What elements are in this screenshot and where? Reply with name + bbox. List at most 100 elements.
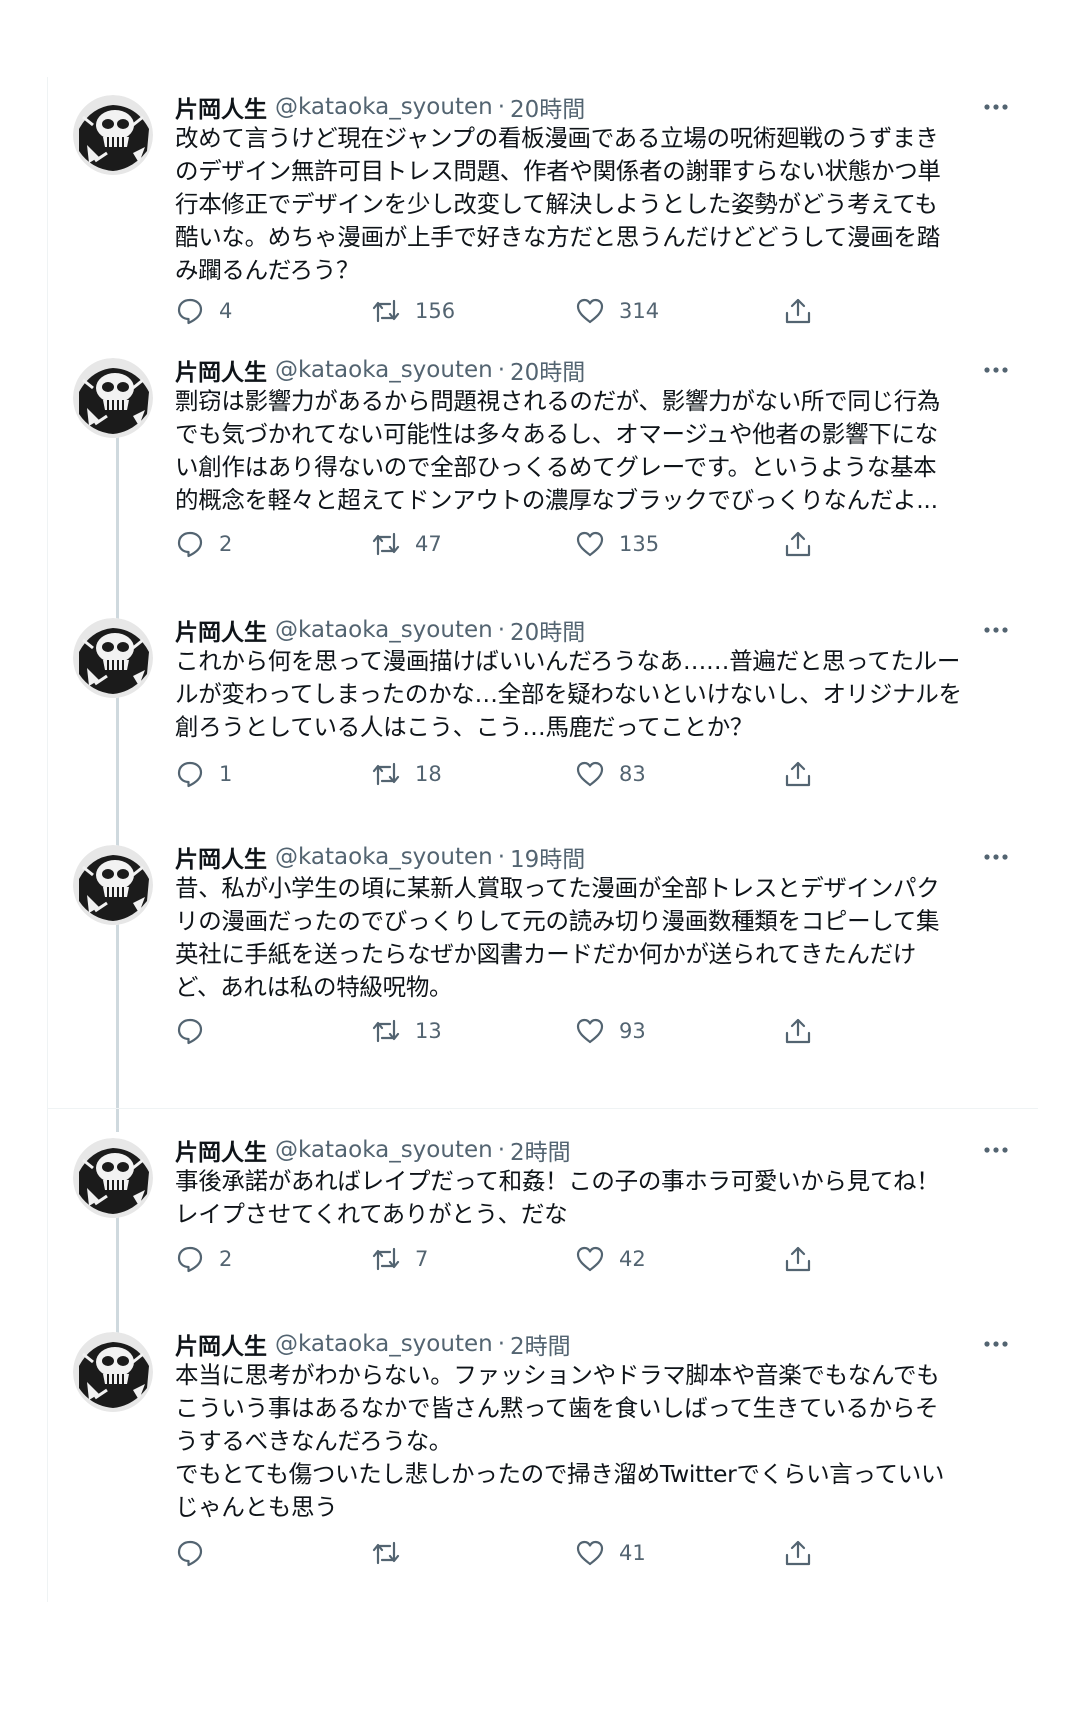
tweet-text: 昔、私が小学生の頃に某新人賞取ってた漫画が全部トレスとデザインパク リの漫画だっ… [175,874,940,1001]
share-button[interactable] [783,757,813,791]
heart-icon [576,1018,604,1044]
timestamp[interactable]: 20時間 [510,90,585,124]
timestamp[interactable]: 2時間 [510,1133,571,1167]
share-icon [785,1246,811,1272]
author-name[interactable]: 片岡人生 [175,840,267,874]
author-handle[interactable]: @kataoka_syouten [275,617,493,643]
avatar[interactable] [73,845,153,925]
like-count: 93 [619,1019,646,1043]
reply-button[interactable]: 4 [175,294,232,328]
reply-icon [177,761,203,788]
like-button[interactable]: 42 [575,1242,646,1276]
timeline: 片岡人生 @kataoka_syouten · 20時間 改めて言うけど現在ジャ… [47,77,1038,1602]
reply-button[interactable]: 1 [175,757,232,791]
timestamp[interactable]: 19時間 [510,840,585,874]
tweet-text: 改めて言うけど現在ジャンプの看板漫画である立場の呪術廻戦のうずまき のデザイン無… [175,124,941,284]
skull-avatar-icon [73,358,153,438]
reply-button[interactable]: 2 [175,527,232,561]
retweet-count: 18 [415,762,442,786]
share-button[interactable] [783,527,813,561]
separator: · [497,617,506,643]
more-horizontal-icon[interactable] [978,612,1014,648]
reply-icon [177,298,203,325]
tweet-header: 片岡人生 @kataoka_syouten · 19時間 [175,839,585,875]
tweet-header: 片岡人生 @kataoka_syouten · 2時間 [175,1326,571,1362]
share-button[interactable] [783,294,813,328]
tweet[interactable]: 片岡人生 @kataoka_syouten · 19時間 昔、私が小学生の頃に某… [48,839,1028,1069]
tweet-text: 事後承諾があればレイプだって和姦！この子の事ホラ可愛いから見てね！ レイプさせて… [175,1167,940,1228]
retweet-button[interactable]: 156 [371,294,455,328]
more-horizontal-icon[interactable] [978,89,1014,125]
like-count: 135 [619,532,660,556]
timestamp[interactable]: 20時間 [510,353,585,387]
timestamp[interactable]: 20時間 [510,613,585,647]
retweet-button[interactable]: 47 [371,527,442,561]
author-handle[interactable]: @kataoka_syouten [275,1137,493,1163]
share-icon [785,1018,811,1044]
separator: · [497,357,506,383]
tweet-header: 片岡人生 @kataoka_syouten · 2時間 [175,1132,571,1168]
tweet-actions: 2 47 135 [175,527,935,561]
like-button[interactable]: 93 [575,1014,646,1048]
retweet-count: 156 [415,299,456,323]
heart-icon [576,1246,604,1272]
retweet-count: 13 [415,1019,442,1043]
heart-icon [576,298,604,324]
like-button[interactable]: 83 [575,757,646,791]
author-handle[interactable]: @kataoka_syouten [275,844,493,870]
like-button[interactable]: 314 [575,294,659,328]
author-handle[interactable]: @kataoka_syouten [275,357,493,383]
like-count: 314 [619,299,660,323]
tweet[interactable]: 片岡人生 @kataoka_syouten · 2時間 本当に思考がわからない。… [48,1326,1028,1596]
avatar[interactable] [73,1332,153,1412]
author-name[interactable]: 片岡人生 [175,90,267,124]
retweet-button[interactable]: 13 [371,1014,442,1048]
retweet-icon [372,1247,400,1271]
retweet-button[interactable]: 18 [371,757,442,791]
more-horizontal-icon[interactable] [978,839,1014,875]
author-name[interactable]: 片岡人生 [175,353,267,387]
more-horizontal-icon[interactable] [978,352,1014,388]
avatar[interactable] [73,1138,153,1218]
retweet-button[interactable]: 7 [371,1242,428,1276]
more-horizontal-icon[interactable] [978,1132,1014,1168]
author-handle[interactable]: @kataoka_syouten [275,1331,493,1357]
more-horizontal-icon[interactable] [978,1326,1014,1362]
reply-count: 4 [219,299,233,323]
tweet-header: 片岡人生 @kataoka_syouten · 20時間 [175,612,585,648]
author-name[interactable]: 片岡人生 [175,1327,267,1361]
author-name[interactable]: 片岡人生 [175,613,267,647]
share-icon [785,298,811,324]
avatar[interactable] [73,358,153,438]
tweet-text: 本当に思考がわからない。ファッションやドラマ脚本や音楽でもなんでも こういう事は… [175,1361,945,1521]
timestamp[interactable]: 2時間 [510,1327,571,1361]
heart-icon [576,531,604,557]
tweet-actions: 2 7 42 [175,1242,935,1276]
tweet[interactable]: 片岡人生 @kataoka_syouten · 2時間 事後承諾があればレイプだ… [48,1132,1028,1292]
share-button[interactable] [783,1242,813,1276]
separator: · [497,1331,506,1357]
heart-icon [576,1540,604,1566]
author-name[interactable]: 片岡人生 [175,1133,267,1167]
author-handle[interactable]: @kataoka_syouten [275,94,493,120]
share-icon [785,531,811,557]
share-button[interactable] [783,1014,813,1048]
share-button[interactable] [783,1536,813,1570]
divider [48,1108,1038,1109]
reply-button[interactable] [175,1014,219,1048]
tweet[interactable]: 片岡人生 @kataoka_syouten · 20時間 剽窃は影響力があるから… [48,352,1028,582]
reply-button[interactable] [175,1536,219,1570]
avatar[interactable] [73,618,153,698]
avatar[interactable] [73,95,153,175]
reply-icon [177,1540,203,1567]
retweet-button[interactable] [371,1536,415,1570]
like-button[interactable]: 135 [575,527,659,561]
tweet[interactable]: 片岡人生 @kataoka_syouten · 20時間 改めて言うけど現在ジャ… [48,89,1028,349]
reply-button[interactable]: 2 [175,1242,232,1276]
tweet-actions: 13 93 [175,1014,935,1048]
separator: · [497,94,506,120]
skull-avatar-icon [73,1332,153,1412]
retweet-count: 7 [415,1247,429,1271]
tweet[interactable]: 片岡人生 @kataoka_syouten · 20時間 これから何を思って漫画… [48,612,1028,812]
like-button[interactable]: 41 [575,1536,646,1570]
